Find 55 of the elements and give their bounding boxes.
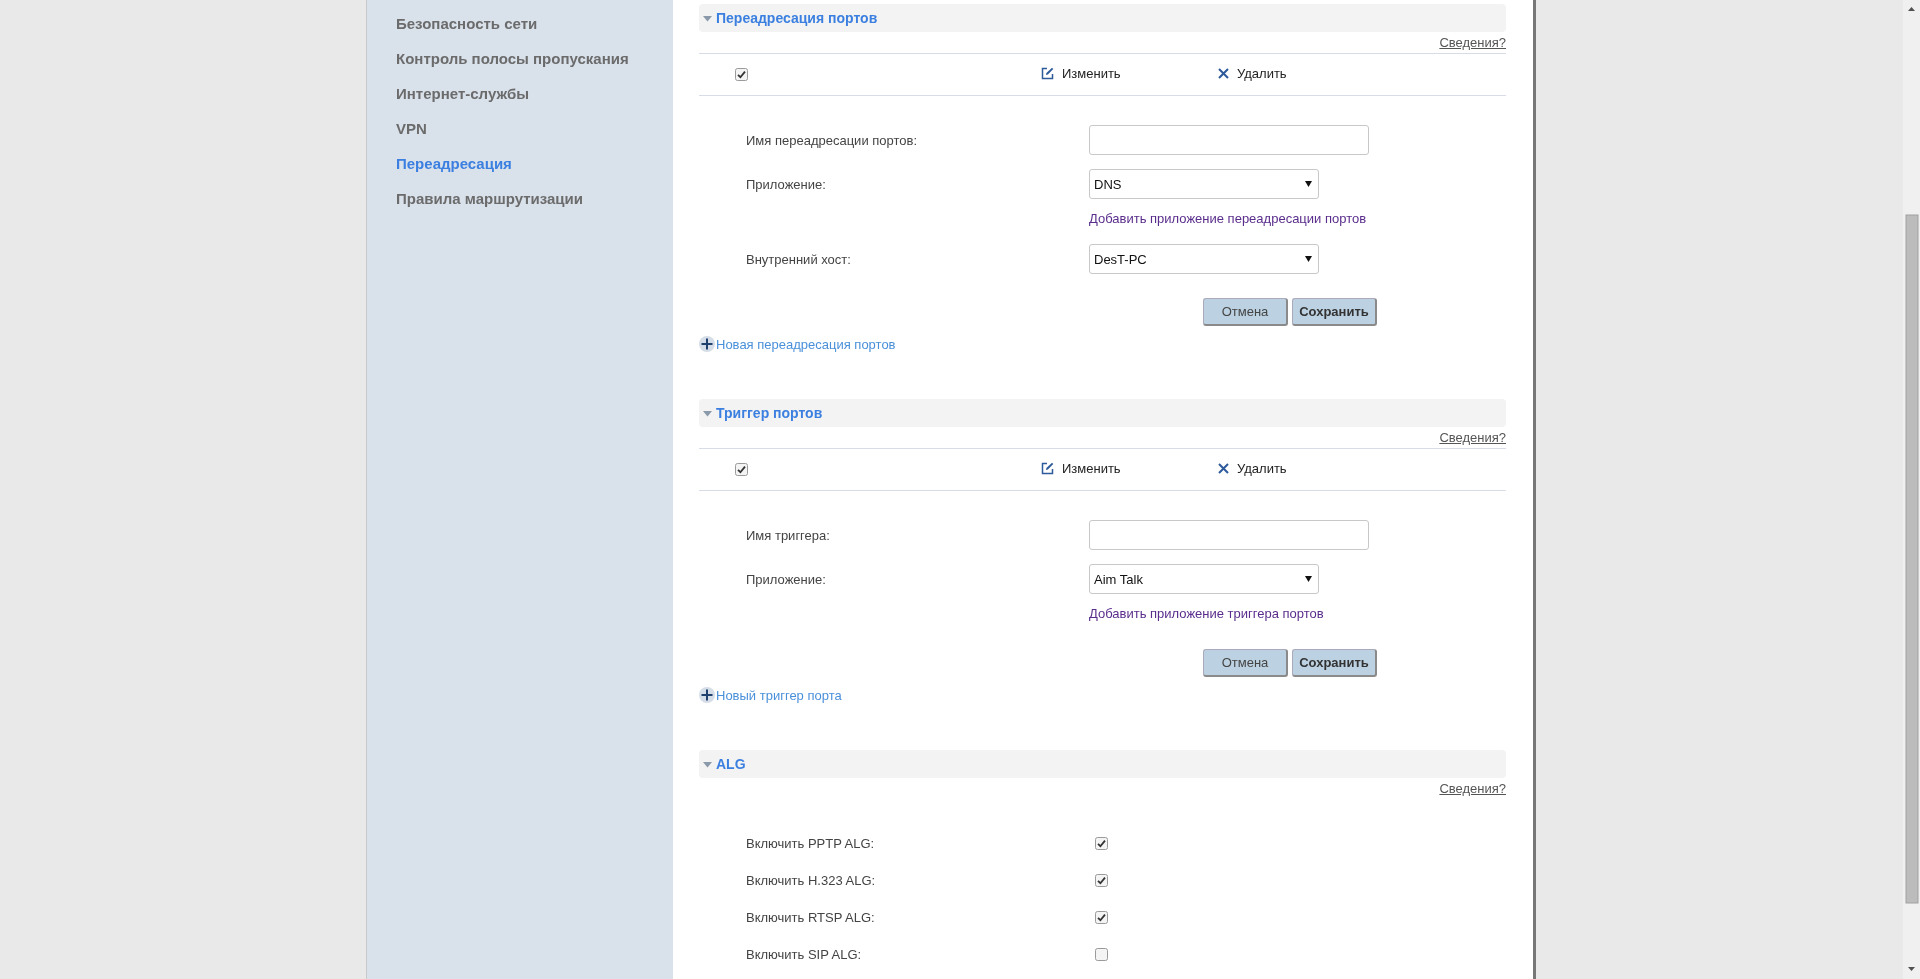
section-title: Переадресация портов — [716, 10, 878, 26]
field-label: Приложение: — [745, 176, 827, 192]
section-header[interactable]: Триггер портов — [699, 399, 1506, 427]
edit-button[interactable]: Изменить — [1041, 66, 1121, 81]
delete-button[interactable]: Удалить — [1218, 66, 1287, 81]
close-icon — [1218, 463, 1229, 474]
help-link[interactable]: Сведения? — [1439, 35, 1506, 50]
help-link[interactable]: Сведения? — [1439, 781, 1506, 796]
checkbox[interactable] — [1095, 948, 1108, 961]
plus-icon — [699, 687, 715, 703]
section-header[interactable]: Переадресация портов — [699, 4, 1506, 32]
edit-icon — [1041, 67, 1054, 80]
sidebar-item[interactable]: Правила маршрутизации — [367, 189, 673, 224]
edit-icon — [1041, 462, 1054, 475]
field-label: Включить PPTP ALG: — [745, 836, 876, 851]
sidebar-item[interactable]: Контроль полосы пропускания — [367, 49, 673, 84]
close-icon — [1218, 68, 1229, 79]
edit-button[interactable]: Изменить — [1041, 461, 1121, 476]
checkbox[interactable] — [1095, 911, 1108, 924]
caret-icon — [1305, 576, 1312, 582]
field-label: Включить RTSP ALG: — [745, 910, 876, 925]
text-field[interactable] — [1089, 520, 1369, 550]
field-label: Имя переадресации портов: — [745, 132, 919, 148]
caret-icon — [1305, 181, 1312, 187]
dropdown[interactable]: DesT-PC — [1089, 244, 1319, 274]
plus-icon — [699, 336, 715, 352]
field-label: Включить SIP ALG: — [745, 947, 863, 962]
scrollbar-drawing[interactable] — [1903, 0, 1920, 979]
cancel-button[interactable]: Отмена — [1203, 298, 1288, 326]
section-title: ALG — [716, 756, 746, 772]
section-title: Триггер портов — [716, 405, 823, 421]
field-label: Имя триггера: — [745, 527, 831, 543]
sidebar-item[interactable]: Безопасность сети — [367, 14, 673, 49]
checkbox[interactable] — [1095, 874, 1108, 887]
caret-icon — [1305, 256, 1312, 262]
text-field[interactable] — [1089, 125, 1369, 155]
checkbox[interactable] — [1095, 837, 1108, 850]
field-label: Внутренний хост: — [745, 251, 852, 267]
sidebar-item[interactable]: Интернет-службы — [367, 84, 673, 119]
add-new-link[interactable]: Новый триггер порта — [699, 687, 842, 703]
dropdown[interactable]: DNS — [1089, 169, 1319, 199]
delete-button[interactable]: Удалить — [1218, 461, 1287, 476]
help-link[interactable]: Сведения? — [1439, 430, 1506, 445]
add-application-link[interactable]: Добавить приложение триггера портов — [1089, 606, 1324, 621]
save-button[interactable]: Сохранить — [1292, 298, 1377, 326]
cancel-button[interactable]: Отмена — [1203, 649, 1288, 677]
add-application-link[interactable]: Добавить приложение переадресации портов — [1089, 211, 1367, 226]
save-button[interactable]: Сохранить — [1292, 649, 1377, 677]
sidebar-item[interactable]: VPN — [367, 119, 673, 154]
field-label: Включить H.323 ALG: — [745, 873, 877, 888]
field-label: Приложение: — [745, 571, 827, 587]
section-header[interactable]: ALG — [699, 750, 1506, 778]
dropdown[interactable]: Aim Talk — [1089, 564, 1319, 594]
select-all-checkbox[interactable] — [735, 68, 748, 81]
select-all-checkbox[interactable] — [735, 463, 748, 476]
